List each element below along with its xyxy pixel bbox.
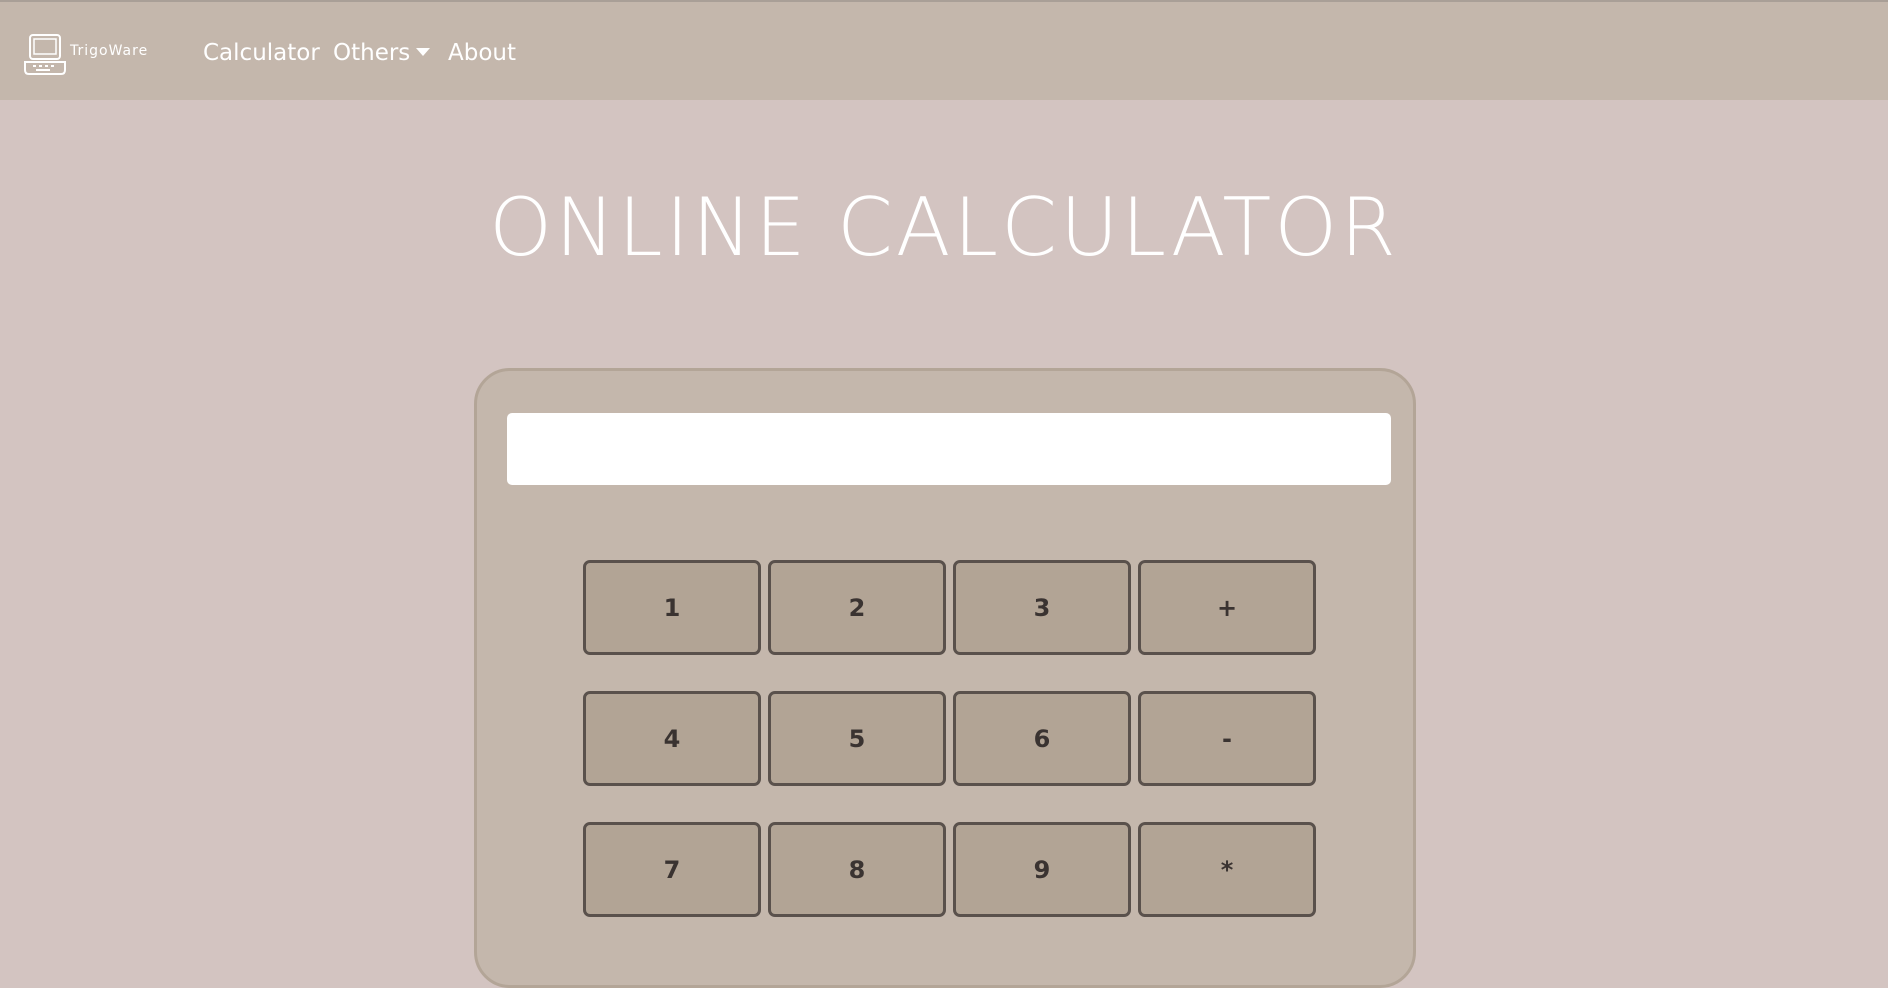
nav-dropdown-others-label: Others	[333, 40, 411, 66]
key-5[interactable]: 5	[768, 691, 946, 786]
key-minus[interactable]: -	[1138, 691, 1316, 786]
key-8[interactable]: 8	[768, 822, 946, 917]
laptop-icon	[24, 34, 66, 75]
key-7[interactable]: 7	[583, 822, 761, 917]
nav-dropdown-others[interactable]: Others	[333, 40, 431, 66]
calculator-display[interactable]	[507, 413, 1391, 485]
key-3[interactable]: 3	[953, 560, 1131, 655]
calculator-body: 1 2 3 + 4 5 6 - 7 8 9 *	[474, 368, 1416, 988]
nav-link-about[interactable]: About	[448, 40, 516, 66]
brand-logo[interactable]: TrigoWare	[22, 30, 172, 80]
key-1[interactable]: 1	[583, 560, 761, 655]
key-4[interactable]: 4	[583, 691, 761, 786]
key-multiply[interactable]: *	[1138, 822, 1316, 917]
key-6[interactable]: 6	[953, 691, 1131, 786]
navbar: TrigoWare Calculator Others About	[0, 2, 1888, 100]
brand-text: TrigoWare	[70, 43, 149, 59]
key-plus[interactable]: +	[1138, 560, 1316, 655]
page-title: ONLINE CALCULATOR	[489, 181, 1399, 274]
key-2[interactable]: 2	[768, 560, 946, 655]
nav-link-calculator[interactable]: Calculator	[203, 40, 320, 66]
caret-down-icon	[416, 47, 431, 56]
key-9[interactable]: 9	[953, 822, 1131, 917]
